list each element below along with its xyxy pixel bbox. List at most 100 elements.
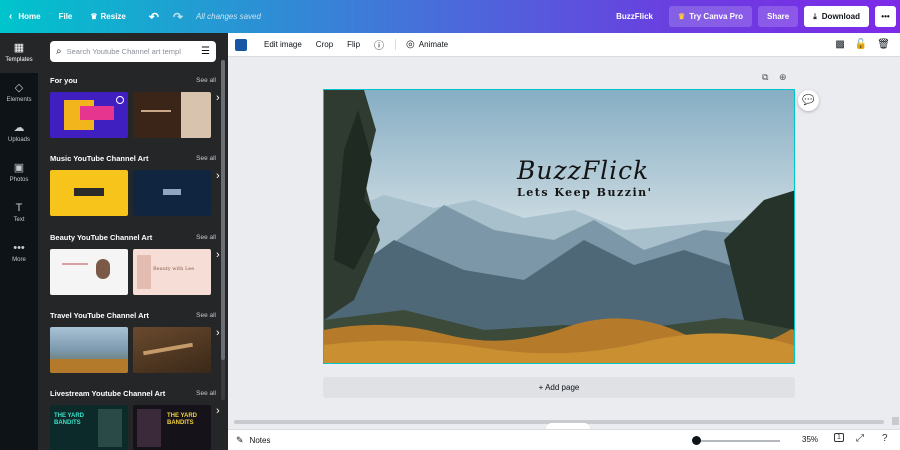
template-thumbnail[interactable] — [50, 327, 128, 373]
edit-image-button[interactable]: Edit image — [257, 40, 309, 49]
rail-item-uploads[interactable]: ☁ Uploads — [0, 113, 38, 153]
crop-button[interactable]: Crop — [309, 40, 340, 49]
home-button[interactable]: ‹ Home — [0, 0, 50, 33]
page-count-button[interactable]: 1 — [834, 433, 844, 442]
template-thumbnail[interactable] — [50, 92, 128, 138]
crown-icon: ♛ — [90, 12, 98, 21]
flip-button[interactable]: Flip — [340, 40, 367, 49]
template-thumbnail[interactable] — [133, 170, 211, 216]
see-all-link[interactable]: See all — [196, 77, 216, 84]
notes-button[interactable]: ✎ Notes — [228, 435, 270, 446]
canvas-vertical-scrollbar[interactable] — [891, 57, 900, 427]
download-label: Download — [821, 12, 860, 21]
help-icon[interactable]: ? — [882, 433, 888, 444]
section-title: Beauty YouTube Channel Art — [50, 232, 153, 242]
save-status: All changes saved — [196, 12, 261, 21]
redo-icon: ↷ — [172, 9, 184, 24]
rail-label: Templates — [5, 57, 33, 63]
file-menu-button[interactable]: File — [50, 0, 82, 33]
file-label: File — [58, 12, 73, 21]
download-icon: ⤓ — [813, 11, 817, 21]
animate-button[interactable]: ◎ Animate — [395, 39, 455, 50]
panel-scrollbar-thumb[interactable] — [221, 60, 225, 360]
template-search[interactable]: ⌕ Search Youtube Channel art templ ☰ — [50, 41, 216, 62]
rail-item-text[interactable]: T Text — [0, 193, 38, 233]
thumb-text: THE YARD BANDITS — [167, 413, 198, 426]
resize-label: Resize — [100, 12, 126, 21]
template-thumbnail[interactable] — [133, 92, 211, 138]
template-thumbnail[interactable] — [50, 249, 128, 295]
duplicate-page-icon[interactable]: ⧉ — [762, 72, 768, 82]
trash-icon[interactable]: 🗑 — [877, 39, 890, 50]
notes-label: Notes — [249, 435, 271, 445]
design-name[interactable]: BuzzFlick — [616, 12, 653, 21]
templates-panel: ⌕ Search Youtube Channel art templ ☰ For… — [38, 33, 228, 450]
filter-icon[interactable]: ☰ — [201, 46, 210, 57]
template-thumbnail[interactable]: THE YARD BANDITS — [50, 405, 128, 450]
text-icon: T — [15, 202, 23, 214]
template-thumbnail[interactable] — [50, 170, 128, 216]
share-button[interactable]: Share — [758, 6, 799, 27]
rail-label: Elements — [6, 97, 32, 103]
transparency-icon[interactable]: ▩ — [835, 39, 844, 50]
rail-label: Uploads — [7, 137, 30, 143]
more-options-button[interactable]: ••• — [875, 6, 896, 27]
top-bar: ‹ Home File ♛ Resize ↶ ↷ All changes sav… — [0, 0, 900, 33]
template-thumbnail[interactable] — [133, 327, 211, 373]
design-canvas[interactable]: BuzzFlick Lets Keep Buzzin' — [323, 89, 795, 364]
side-rail: ▦ Templates ◇ Elements ☁ Uploads ▣ Photo… — [0, 33, 38, 450]
add-comment-button[interactable]: 💬 — [798, 90, 819, 111]
section-travel: Travel YouTube Channel Art See all › — [50, 309, 220, 373]
see-all-link[interactable]: See all — [196, 234, 216, 241]
section-title: Music YouTube Channel Art — [50, 153, 149, 163]
rail-item-templates[interactable]: ▦ Templates — [0, 33, 38, 73]
rail-item-photos[interactable]: ▣ Photos — [0, 153, 38, 193]
add-page-button[interactable]: + Add page — [323, 377, 795, 398]
section-title: Livestream Youtube Channel Art — [50, 388, 166, 398]
lock-icon[interactable]: 🔓 — [855, 39, 867, 50]
zoom-level[interactable]: 35% — [802, 435, 818, 444]
redo-button[interactable]: ↷ — [166, 0, 190, 33]
more-icon: ••• — [13, 242, 25, 254]
rail-label: More — [12, 257, 26, 263]
section-title: Travel YouTube Channel Art — [50, 310, 149, 320]
see-all-link[interactable]: See all — [196, 312, 216, 319]
thumb-text: Beauty with Lee — [153, 266, 195, 272]
section-for-you: For you See all › — [50, 74, 220, 138]
see-all-link[interactable]: See all — [196, 155, 216, 162]
page-actions: ⧉ ⊕ — [762, 72, 787, 83]
undo-icon: ↶ — [148, 9, 159, 24]
design-subtitle[interactable]: Lets Keep Buzzin' — [324, 186, 794, 199]
template-thumbnail[interactable]: Beauty with Lee — [133, 249, 211, 295]
info-icon[interactable]: ⓘ — [367, 37, 391, 52]
undo-button[interactable]: ↶ — [135, 0, 166, 33]
photos-icon: ▣ — [13, 162, 25, 174]
rail-item-more[interactable]: ••• More — [0, 233, 38, 273]
animate-label: Animate — [418, 40, 449, 49]
upload-icon: ☁ — [13, 122, 25, 134]
section-livestream: Livestream Youtube Channel Art See all T… — [50, 387, 220, 450]
crown-icon: ♛ — [678, 12, 686, 21]
add-page-icon[interactable]: ⊕ — [779, 72, 787, 82]
template-thumbnail[interactable]: THE YARD BANDITS — [133, 405, 211, 450]
editor-toolbar: Edit image Crop Flip ⓘ ◎ Animate ▩ 🔓 🗑 — [228, 33, 900, 57]
rail-item-elements[interactable]: ◇ Elements — [0, 73, 38, 113]
resize-button[interactable]: ♛ Resize — [81, 0, 135, 33]
elements-icon: ◇ — [14, 82, 24, 94]
landscape-background — [324, 90, 794, 363]
fullscreen-icon[interactable]: ⤢ — [856, 433, 864, 444]
see-all-link[interactable]: See all — [196, 390, 216, 397]
notes-icon: ✎ — [236, 434, 244, 445]
design-title[interactable]: BuzzFlick — [324, 156, 794, 185]
zoom-slider[interactable] — [694, 440, 780, 442]
section-title: For you — [50, 75, 78, 85]
try-pro-button[interactable]: ♛ Try Canva Pro — [669, 6, 752, 27]
zoom-slider-handle[interactable] — [692, 436, 701, 445]
section-beauty: Beauty YouTube Channel Art See all Beaut… — [50, 231, 220, 295]
section-music: Music YouTube Channel Art See all › — [50, 152, 220, 216]
home-label: Home — [18, 12, 41, 21]
search-input[interactable]: Search Youtube Channel art templ — [67, 47, 201, 56]
color-swatch[interactable] — [235, 38, 247, 51]
download-button[interactable]: ⤓ Download — [804, 6, 869, 27]
scroll-right-icon[interactable]: › — [216, 405, 226, 417]
